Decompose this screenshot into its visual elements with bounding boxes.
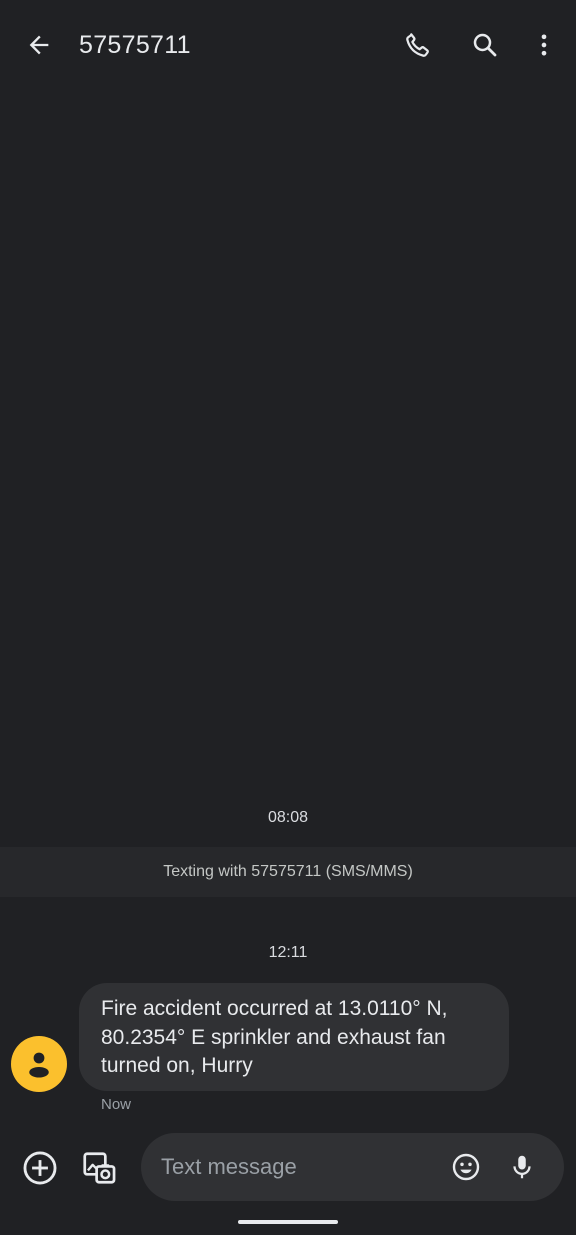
call-button[interactable] (394, 21, 442, 69)
conversation-info-banner: Texting with 57575711 (SMS/MMS) (0, 847, 576, 897)
text-message-input[interactable] (161, 1147, 431, 1187)
mic-icon (513, 1155, 531, 1179)
contact-avatar[interactable] (11, 1036, 67, 1092)
back-button[interactable] (15, 21, 63, 69)
message-status: Now (101, 1096, 132, 1113)
emoji-icon (452, 1153, 480, 1181)
add-circle-icon (23, 1151, 57, 1185)
search-button[interactable] (461, 21, 509, 69)
voice-input-button[interactable] (498, 1143, 546, 1191)
messages-app: 57575711 08:08 Texting with 57575711 (SM… (0, 0, 576, 1235)
add-attachment-button[interactable] (16, 1144, 64, 1192)
navigation-handle[interactable] (238, 1220, 338, 1224)
more-vert-icon (541, 34, 547, 56)
phone-icon (406, 33, 429, 57)
arrow-back-icon (29, 35, 49, 55)
search-icon (473, 33, 497, 57)
emoji-button[interactable] (442, 1143, 490, 1191)
message-bubble[interactable]: Fire accident occurred at 13.0110° N, 80… (79, 983, 509, 1091)
gallery-camera-icon (83, 1152, 116, 1184)
timestamp: 08:08 (267, 809, 309, 826)
person-icon (29, 1052, 49, 1078)
conversation-title: 57575711 (79, 31, 191, 59)
gallery-button[interactable] (75, 1144, 123, 1192)
top-app-bar: 57575711 (0, 0, 576, 90)
timestamp: 12:11 (268, 944, 308, 961)
compose-bar (141, 1133, 564, 1201)
more-options-button[interactable] (520, 21, 568, 69)
